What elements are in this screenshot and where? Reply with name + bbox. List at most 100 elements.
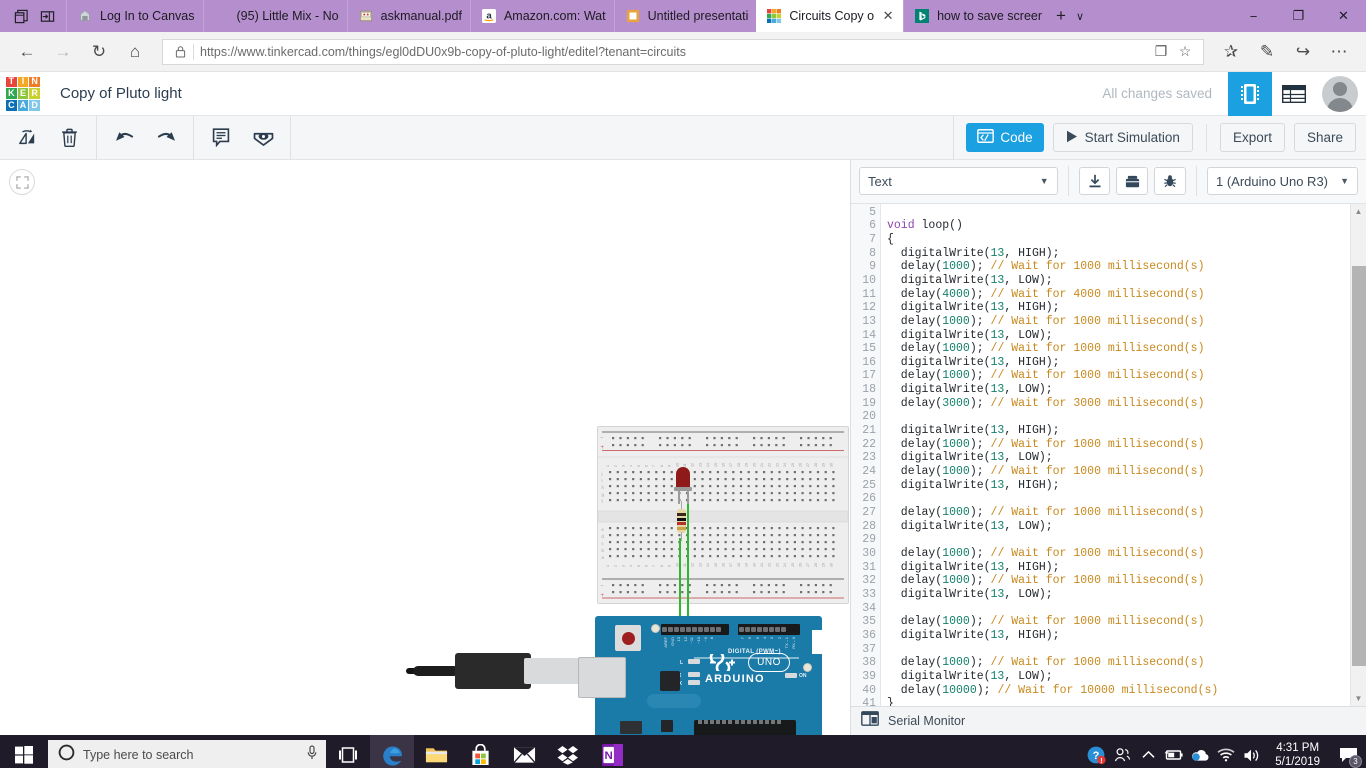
code-line[interactable]: digitalWrite(13, HIGH); <box>887 561 1350 575</box>
browser-tab[interactable]: Log In to Canvas <box>66 0 203 32</box>
code-line[interactable] <box>887 533 1350 547</box>
taskbar-clock[interactable]: 4:31 PM 5/1/2019 <box>1265 735 1330 768</box>
tab-menu-chevron-down-icon[interactable]: ∨ <box>1076 10 1084 23</box>
people-icon[interactable] <box>1109 735 1135 768</box>
code-line[interactable]: delay(1000); // Wait for 1000 millisecon… <box>887 615 1350 629</box>
minimize-button[interactable]: − <box>1231 0 1276 32</box>
board-select[interactable]: 1 (Arduino Uno R3) ▼ <box>1207 167 1359 196</box>
code-line[interactable]: delay(1000); // Wait for 1000 millisecon… <box>887 506 1350 520</box>
code-line[interactable]: delay(1000); // Wait for 1000 millisecon… <box>887 260 1350 274</box>
circuit-canvas[interactable]: − + − + 1 2 3 4 5 6 7 8 9 10 11 12 13 14 15 16 17 18 19 20 2… <box>0 160 850 735</box>
browser-tab[interactable]: askmanual.pdf <box>346 0 470 32</box>
code-line[interactable]: delay(1000); // Wait for 1000 millisecon… <box>887 438 1350 452</box>
code-line[interactable] <box>887 206 1350 220</box>
code-line[interactable]: delay(10000); // Wait for 10000 millisec… <box>887 684 1350 698</box>
debug-bug-icon[interactable] <box>1154 167 1186 196</box>
battery-icon[interactable] <box>1161 735 1187 768</box>
show-hidden-icons-icon[interactable] <box>1135 735 1161 768</box>
windows-start-icon[interactable] <box>0 735 48 768</box>
code-line[interactable] <box>887 410 1350 424</box>
code-line[interactable]: digitalWrite(13, LOW); <box>887 274 1350 288</box>
search-input[interactable]: Type here to search <box>48 740 326 768</box>
breadboard-component[interactable]: − + − + 1 2 3 4 5 6 7 8 9 10 11 12 13 14 15 16 17 18 19 20 2… <box>597 426 849 604</box>
code-line[interactable] <box>887 643 1350 657</box>
code-line[interactable]: void loop() <box>887 219 1350 233</box>
scrollbar-thumb[interactable] <box>1352 265 1366 666</box>
volume-speaker-icon[interactable] <box>1239 735 1265 768</box>
more-options-icon[interactable]: ⋯ <box>1322 35 1356 69</box>
digital-header-right[interactable] <box>738 624 800 635</box>
code-line[interactable]: delay(1000); // Wait for 1000 millisecon… <box>887 369 1350 383</box>
new-tab-button[interactable]: + <box>1056 6 1066 26</box>
code-button[interactable]: Code <box>966 123 1044 152</box>
code-editor[interactable]: 5 6 7 8 9 10 11 12 13 14 15 16 17 18 19 20 21 22 23 24 25 26 2… <box>851 202 1366 706</box>
code-line[interactable]: delay(1000); // Wait for 1000 millisecon… <box>887 656 1350 670</box>
set-aside-tabs-icon[interactable] <box>34 3 60 29</box>
delete-icon[interactable] <box>48 121 90 155</box>
code-line[interactable] <box>887 602 1350 616</box>
code-line[interactable]: { <box>887 233 1350 247</box>
code-line[interactable] <box>887 492 1350 506</box>
close-window-button[interactable]: ✕ <box>1321 0 1366 32</box>
wifi-icon[interactable] <box>1213 735 1239 768</box>
code-line[interactable]: digitalWrite(13, LOW); <box>887 520 1350 534</box>
home-button[interactable]: ⌂ <box>118 35 152 69</box>
favorite-star-icon[interactable]: ☆ <box>1173 43 1197 60</box>
forward-button[interactable]: → <box>46 35 80 69</box>
dropbox-icon[interactable] <box>546 735 590 768</box>
onedrive-cloud-icon[interactable] <box>1187 735 1213 768</box>
tab-overview-icon[interactable] <box>8 3 34 29</box>
resistor-component[interactable] <box>677 509 686 533</box>
code-line[interactable]: delay(1000); // Wait for 1000 millisecon… <box>887 547 1350 561</box>
led-component[interactable] <box>676 467 690 489</box>
browser-tab[interactable]: a Amazon.com: Wat <box>469 0 614 32</box>
favorites-hub-icon[interactable]: ✰ <box>1214 35 1248 69</box>
code-line[interactable]: digitalWrite(13, HIGH); <box>887 629 1350 643</box>
visibility-eye-icon[interactable] <box>242 121 284 155</box>
browser-tab[interactable]: (95) Little Mix - No <box>202 0 347 32</box>
redo-icon[interactable] <box>145 121 187 155</box>
mail-icon[interactable] <box>502 735 546 768</box>
rotate-icon[interactable] <box>6 121 48 155</box>
back-button[interactable]: ← <box>10 35 44 69</box>
help-question-icon[interactable]: ? ! <box>1083 735 1109 768</box>
share-icon[interactable]: ↪ <box>1286 35 1320 69</box>
code-line[interactable]: digitalWrite(13, HIGH); <box>887 356 1350 370</box>
library-icon[interactable] <box>1116 167 1149 196</box>
code-line[interactable]: digitalWrite(13, LOW); <box>887 329 1350 343</box>
code-line[interactable]: delay(3000); // Wait for 3000 millisecon… <box>887 397 1350 411</box>
browser-tab[interactable]: Untitled presentati <box>613 0 757 32</box>
components-panel-icon[interactable] <box>1228 71 1272 116</box>
browser-tab-active[interactable]: Circuits Copy o ✕ <box>756 0 904 32</box>
close-icon[interactable]: ✕ <box>881 8 895 24</box>
notes-icon[interactable] <box>200 121 242 155</box>
code-line[interactable]: delay(1000); // Wait for 1000 millisecon… <box>887 574 1350 588</box>
scroll-down-icon[interactable]: ▼ <box>1351 690 1366 706</box>
start-simulation-button[interactable]: Start Simulation <box>1052 123 1193 152</box>
export-button[interactable]: Export <box>1219 123 1285 152</box>
usb-cable-wire[interactable] <box>413 666 459 676</box>
serial-monitor-bar[interactable]: Serial Monitor <box>851 706 1366 735</box>
arduino-uno-component[interactable]: AREFGND1312~11~10~98 765432TX→1RX←0 IORE… <box>578 616 822 735</box>
microphone-icon[interactable] <box>306 745 318 765</box>
code-line[interactable]: delay(1000); // Wait for 1000 millisecon… <box>887 342 1350 356</box>
refresh-button[interactable]: ↻ <box>82 35 116 69</box>
code-scrollbar[interactable]: ▲ ▼ <box>1350 203 1366 706</box>
reading-view-icon[interactable]: ❐ <box>1149 43 1173 60</box>
code-line[interactable]: digitalWrite(13, LOW); <box>887 588 1350 602</box>
browser-tab[interactable]: how to save screer <box>903 0 1050 32</box>
code-line[interactable]: delay(1000); // Wait for 1000 millisecon… <box>887 465 1350 479</box>
notes-pen-icon[interactable]: ✎ <box>1250 35 1284 69</box>
edge-icon[interactable] <box>370 735 414 768</box>
code-line[interactable]: digitalWrite(13, HIGH); <box>887 479 1350 493</box>
scroll-up-icon[interactable]: ▲ <box>1351 204 1366 220</box>
code-line[interactable]: digitalWrite(13, HIGH); <box>887 301 1350 315</box>
avatar[interactable] <box>1322 75 1358 112</box>
code-line[interactable]: digitalWrite(13, LOW); <box>887 670 1350 684</box>
digital-header-left[interactable] <box>661 624 729 635</box>
list-view-icon[interactable] <box>1272 72 1316 116</box>
code-mode-select[interactable]: Text ▼ <box>859 167 1058 196</box>
code-line[interactable]: } <box>887 697 1350 706</box>
url-text[interactable]: https://www.tinkercad.com/things/egl0dDU… <box>200 45 1149 59</box>
wire-pin13[interactable] <box>687 501 690 633</box>
